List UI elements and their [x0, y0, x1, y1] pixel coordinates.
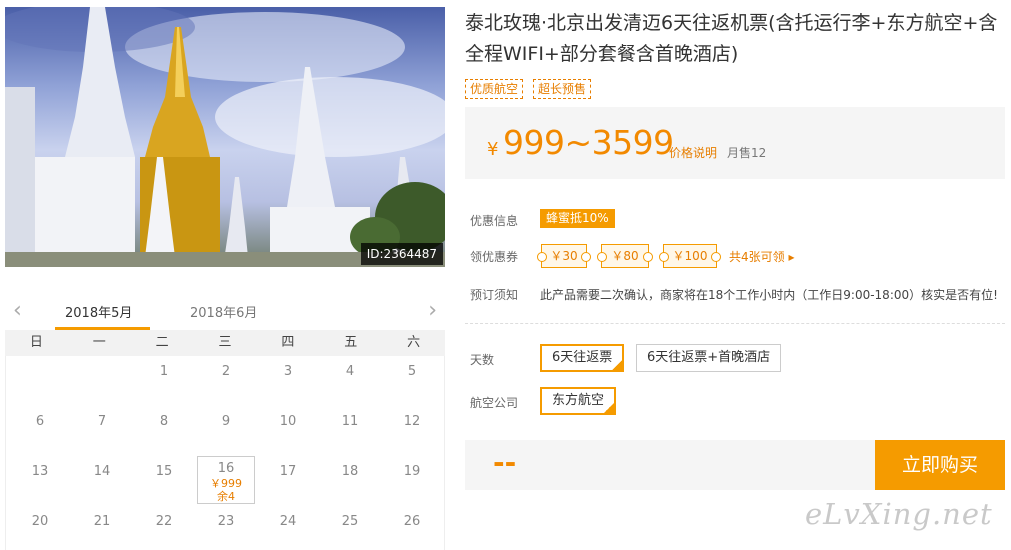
calendar-day: 17	[279, 464, 297, 479]
prev-month-icon[interactable]: ‹	[13, 298, 22, 323]
days-label: 天数	[470, 353, 495, 367]
coupon-80[interactable]: ￥80	[597, 244, 653, 268]
section-divider	[465, 323, 1005, 324]
calendar-day: 13	[31, 464, 49, 479]
calendar-day: 5	[407, 364, 417, 379]
calendar-grid: 1 2 3 4 5 6 7 8 9 10 11 12 13 14 15 16 ￥…	[5, 356, 445, 550]
calendar-day: 25	[341, 514, 359, 529]
calendar-day: 23	[217, 514, 235, 529]
image-id-badge: ID:2364487	[360, 243, 443, 265]
calendar-day: 2	[221, 364, 231, 379]
calendar-day-available[interactable]: 16 ￥999 余4	[197, 456, 255, 504]
tab-month-may[interactable]: 2018年5月	[65, 302, 132, 321]
calendar-day: 19	[403, 464, 421, 479]
coupon-30[interactable]: ￥30	[537, 244, 591, 268]
notice-text: 此产品需要二次确认，商家将在18个工作小时内（工作日9:00-18:00）核实是…	[540, 288, 998, 302]
calendar-day: 21	[93, 514, 111, 529]
calendar-day: 24	[279, 514, 297, 529]
calendar-day: 14	[93, 464, 111, 479]
total-price: --	[493, 446, 517, 479]
price-currency: ¥	[487, 139, 499, 160]
calendar-nav: ‹ 2018年5月 2018年6月 ›	[5, 292, 445, 330]
product-photo: ID:2364487	[5, 7, 445, 267]
option-6day-roundtrip[interactable]: 6天往返票	[540, 344, 625, 372]
calendar-day: 10	[279, 414, 297, 429]
calendar-week: 20 21 22 23 24 25 26	[6, 506, 444, 550]
coupon-more-link[interactable]: 共4张可领 ▸	[729, 248, 794, 265]
calendar-weekday-header: 日 一 二 三 四 五 六	[5, 330, 445, 356]
option-label: 东方航空	[552, 393, 605, 408]
site-watermark: eLvXing.net	[805, 497, 993, 531]
calendar-week: 13 14 15 16 ￥999 余4 17 18 19	[6, 456, 444, 506]
weekday-label: 二	[155, 335, 169, 350]
option-label: 6天往返票	[552, 350, 613, 365]
product-title: 泰北玫瑰·北京出发清迈6天往返机票(含托运行李+东方航空+含全程WIFI+部分套…	[465, 12, 998, 65]
calendar-day: 6	[35, 414, 45, 429]
option-6day-roundtrip-hotel[interactable]: 6天往返票+首晚酒店	[636, 344, 782, 372]
product-tags: 优质航空 超长预售	[465, 79, 592, 99]
notice-label: 预订须知	[470, 288, 519, 302]
option-label: 6天往返票+首晚酒店	[647, 350, 771, 365]
weekday-label: 三	[218, 335, 232, 350]
next-month-icon[interactable]: ›	[428, 298, 437, 323]
calendar-day-price: ￥999	[210, 477, 242, 490]
price-note-link[interactable]: 价格说明	[669, 144, 717, 161]
calendar-day	[9, 356, 71, 406]
calendar-day: 12	[403, 414, 421, 429]
tag-quality-airline: 优质航空	[465, 79, 524, 99]
weekday-label: 六	[407, 335, 421, 350]
calendar-day: 9	[221, 414, 231, 429]
calendar-day	[71, 356, 133, 406]
calendar-day: 4	[345, 364, 355, 379]
calendar-day: 3	[283, 364, 293, 379]
calendar-week: 1 2 3 4 5	[6, 356, 444, 406]
calendar-day: 22	[155, 514, 173, 529]
buy-now-button[interactable]: 立即购买	[875, 440, 1005, 490]
price-range: 999~3599	[503, 123, 674, 162]
promo-badge: 蜂蜜抵10%	[540, 209, 615, 228]
weekday-label: 四	[281, 335, 295, 350]
calendar-day: 15	[155, 464, 173, 479]
calendar-day-number: 16	[217, 461, 235, 476]
coupon-label: 领优惠券	[470, 250, 519, 264]
calendar-day-stock: 余4	[217, 490, 235, 503]
tag-long-presale: 超长预售	[533, 79, 592, 99]
buy-bar: -- 立即购买	[465, 440, 1005, 490]
selected-check-icon	[603, 402, 616, 414]
weekday-label: 一	[92, 335, 106, 350]
calendar-day: 26	[403, 514, 421, 529]
monthly-sales: 月售12	[727, 146, 767, 160]
calendar-day: 7	[97, 414, 107, 429]
selected-check-icon	[611, 359, 624, 371]
coupon-100[interactable]: ￥100	[659, 244, 721, 268]
calendar-day: 11	[341, 414, 359, 429]
promo-label: 优惠信息	[470, 214, 519, 228]
tab-month-june[interactable]: 2018年6月	[190, 302, 257, 321]
airline-label: 航空公司	[470, 396, 519, 410]
calendar-day: 1	[159, 364, 169, 379]
option-airline-eastern[interactable]: 东方航空	[540, 387, 617, 415]
calendar-week: 6 7 8 9 10 11 12	[6, 406, 444, 456]
calendar-day: 8	[159, 414, 169, 429]
weekday-label: 五	[344, 335, 358, 350]
price-box: ¥ 999~3599 价格说明 月售12	[465, 107, 1005, 179]
calendar-day: 18	[341, 464, 359, 479]
temple-illustration	[5, 7, 445, 267]
weekday-label: 日	[29, 335, 43, 350]
calendar-day: 20	[31, 514, 49, 529]
